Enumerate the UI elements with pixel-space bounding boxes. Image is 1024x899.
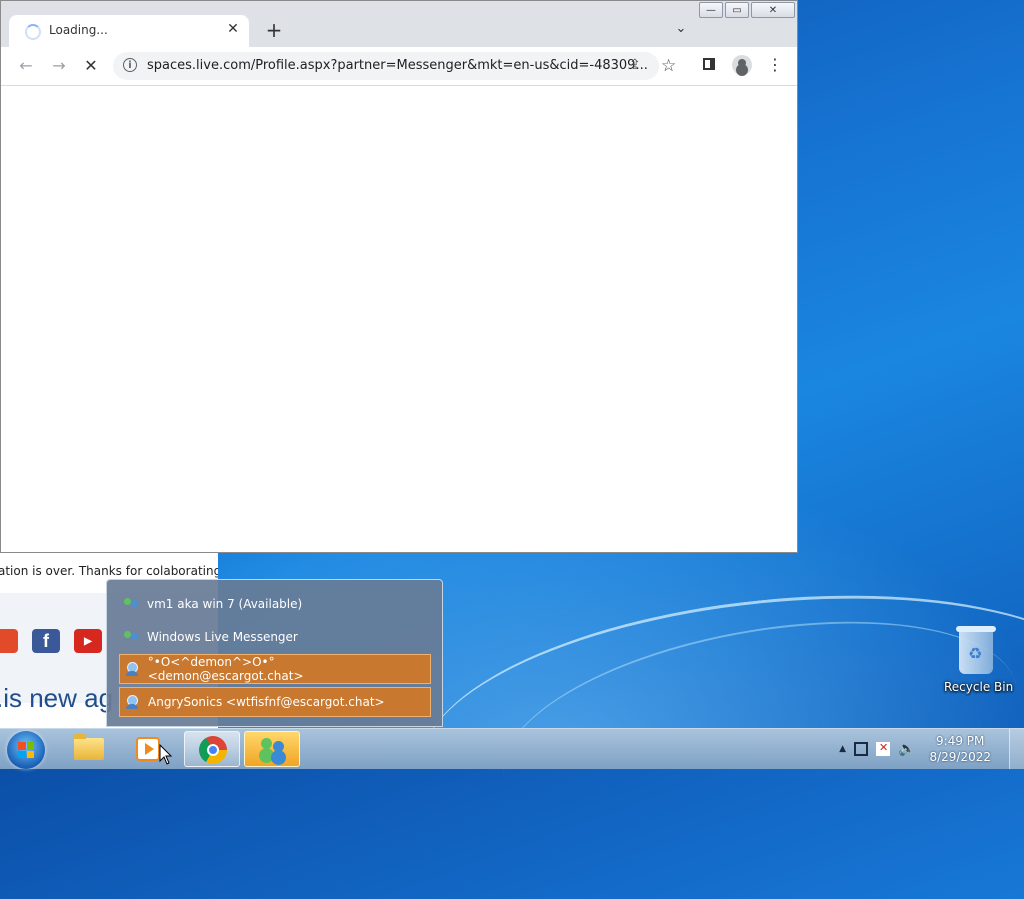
side-panel-icon[interactable] [703, 58, 715, 70]
messenger-buddy-icon [123, 597, 141, 611]
bookmark-star-icon[interactable]: ☆ [661, 56, 676, 76]
jumplist-app-item[interactable]: Windows Live Messenger [119, 622, 431, 652]
jumplist-contact-item[interactable]: AngrySonics <wtfisfnf@escargot.chat> [119, 687, 431, 717]
recycle-bin[interactable]: Recycle Bin [944, 626, 1014, 694]
messenger-icon [259, 738, 287, 762]
taskbar-chrome-button[interactable] [184, 731, 240, 767]
loading-spinner-icon [25, 24, 41, 40]
volume-icon[interactable]: 🔈 [898, 741, 915, 757]
close-tab-icon[interactable]: ✕ [223, 19, 243, 39]
jumplist-item-label: vm1 aka win 7 (Available) [147, 597, 303, 611]
show-hidden-icons-icon[interactable]: ▲ [839, 744, 846, 754]
clock-date: 8/29/2022 [929, 750, 991, 764]
maximize-button[interactable]: ▭ [725, 2, 749, 18]
youtube-icon: ▶ [74, 629, 102, 653]
jumplist-item-label: °•O<^demon^>O•° <demon@escargot.chat> [147, 655, 304, 683]
background-headline: .is new ag [0, 683, 114, 713]
facebook-icon: f [32, 629, 60, 653]
folder-icon [74, 734, 104, 760]
window-caption-buttons: — ▭ ✕ [697, 2, 795, 18]
back-arrow-icon[interactable]: ← [15, 55, 37, 77]
social-icons: f ▶ [0, 629, 102, 653]
stop-loading-icon[interactable]: ✕ [80, 55, 102, 77]
jumplist-contact-item[interactable]: °•O<^demon^>O•° <demon@escargot.chat> [119, 654, 431, 684]
tab-strip: Loading... ✕ + ⌄ — ▭ ✕ [1, 1, 797, 47]
address-bar[interactable]: i spaces.live.com/Profile.aspx?partner=M… [113, 52, 659, 80]
jumplist-item-label: Windows Live Messenger [147, 630, 298, 644]
recycle-bin-label: Recycle Bin [944, 680, 1014, 694]
media-player-icon [136, 737, 160, 761]
jumplist-status-item[interactable]: vm1 aka win 7 (Available) [119, 589, 431, 619]
chrome-like-icon [0, 629, 18, 653]
chrome-icon [199, 736, 227, 764]
taskbar-messenger-button[interactable] [244, 731, 300, 767]
browser-window: Loading... ✕ + ⌄ — ▭ ✕ ← → ✕ i spaces.li… [0, 0, 798, 553]
mouse-cursor-icon [159, 744, 173, 765]
start-button[interactable] [7, 731, 45, 769]
tab-title: Loading... [49, 23, 108, 37]
profile-avatar-icon[interactable] [732, 55, 752, 75]
jumplist-item-label: AngrySonics <wtfisfnf@escargot.chat> [148, 695, 385, 709]
browser-toolbar: ← → ✕ i spaces.live.com/Profile.aspx?par… [1, 47, 797, 86]
system-tray: ▲ 🔈 9:49 PM 8/29/2022 [835, 729, 1024, 769]
forward-arrow-icon[interactable]: → [48, 55, 70, 77]
new-tab-button[interactable]: + [263, 19, 285, 41]
site-info-icon[interactable]: i [123, 58, 137, 72]
close-window-button[interactable]: ✕ [751, 2, 795, 18]
minimize-button[interactable]: — [699, 2, 723, 18]
messenger-jump-list: vm1 aka win 7 (Available) Windows Live M… [106, 579, 443, 727]
windows-logo-icon [18, 742, 34, 758]
taskbar-explorer-button[interactable] [60, 731, 116, 767]
menu-kebab-icon[interactable]: ⋮ [767, 55, 783, 75]
url-text: spaces.live.com/Profile.aspx?partner=Mes… [147, 58, 648, 73]
background-notice-text: ation is over. Thanks for colaborating [0, 564, 218, 578]
contact-person-icon [124, 662, 142, 676]
clock-time: 9:49 PM [936, 734, 985, 748]
messenger-buddy-icon [123, 630, 141, 644]
taskbar: ▲ 🔈 9:49 PM 8/29/2022 [0, 728, 1024, 769]
share-icon[interactable]: ⇪ [629, 57, 641, 73]
clock[interactable]: 9:49 PM 8/29/2022 [929, 733, 991, 765]
tab-search-chevron-icon[interactable]: ⌄ [671, 19, 691, 39]
show-desktop-button[interactable] [1009, 729, 1024, 769]
tab-loading[interactable]: Loading... ✕ [9, 15, 249, 47]
contact-person-icon [124, 695, 142, 709]
action-center-flag-icon[interactable] [876, 741, 891, 756]
recycle-bin-icon [956, 626, 996, 674]
network-icon[interactable] [854, 742, 869, 756]
